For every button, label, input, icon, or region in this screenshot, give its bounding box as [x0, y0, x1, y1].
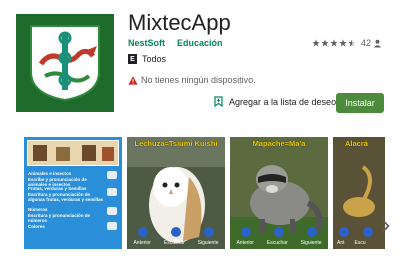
screenshot-1[interactable]: Animales e insectos Escribe y pronunciac… — [24, 137, 122, 249]
rating-count: 42 — [360, 38, 371, 48]
next-label: Siguiente — [197, 240, 219, 246]
menu-item-3: Frutas, verduras y Semillas — [28, 186, 87, 191]
rating: 42 — [312, 38, 382, 48]
nav-labels: Ant Escu — [333, 240, 385, 246]
nav-labels: Anterior Escuchar Siguiente — [127, 240, 225, 246]
install-button[interactable]: Instalar — [336, 93, 384, 113]
chevron-right-icon — [382, 220, 390, 232]
app-title: MixtecApp — [128, 10, 231, 35]
previous-button — [241, 227, 252, 237]
screenshot-3-title: Mapache=Ma'a — [252, 139, 306, 148]
app-logo — [30, 25, 100, 102]
star-icon — [321, 39, 329, 47]
listen-label: Escu — [354, 240, 366, 246]
menu-item-7: Colores — [28, 224, 45, 229]
content-rating: E Todos — [128, 54, 166, 64]
menu-item-4: Escritura y pronunciación de algunas fru… — [28, 192, 104, 202]
numbers-icon — [107, 207, 117, 215]
app-meta: NestSoft Educación — [128, 38, 223, 48]
screenshot-4[interactable]: Alacrá Ant Escu — [333, 137, 385, 249]
next-button — [306, 227, 317, 237]
screenshot-4-title: Alacrá — [345, 139, 368, 148]
listen-label: Escuchar — [163, 240, 185, 246]
next-button — [203, 227, 214, 237]
nav-buttons — [127, 227, 225, 237]
menu-item-5: Números — [28, 207, 48, 212]
header-illustration — [27, 140, 119, 166]
nav-labels: Anterior Escuchar Siguiente — [230, 240, 328, 246]
category-link[interactable]: Educación — [177, 38, 223, 48]
listen-button — [273, 227, 284, 237]
content-rating-label: Todos — [142, 54, 167, 64]
nav-buttons — [230, 227, 328, 237]
device-warning: No tienes ningún dispositivo. — [128, 75, 256, 85]
screenshot-3[interactable]: Mapache=Ma'a Anterior Escuchar Siguiente — [230, 137, 328, 249]
developer-link[interactable]: NestSoft — [128, 38, 165, 48]
app-icon — [16, 14, 114, 112]
menu-item-1: Animales e insectos — [28, 171, 72, 176]
previous-label: Ant — [337, 240, 345, 246]
star-icon — [339, 39, 347, 47]
esrb-badge-icon: E — [128, 54, 137, 64]
animal-icon — [107, 171, 117, 179]
screenshot-2[interactable]: Lechuza=Tsiumi Kuishi Anterior Escuchar … — [127, 137, 225, 249]
bookmark-add-icon — [214, 96, 223, 107]
wishlist-label: Agregar a la lista de deseos — [229, 96, 341, 107]
nav-buttons — [333, 227, 385, 237]
wishlist-button[interactable]: Agregar a la lista de deseos — [214, 96, 341, 107]
colors-icon — [107, 222, 117, 230]
warning-icon — [128, 75, 138, 85]
person-icon — [373, 39, 382, 48]
listen-button — [170, 227, 181, 237]
screenshot-carousel: Animales e insectos Escribe y pronunciac… — [24, 137, 385, 249]
listen-label: Escuchar — [266, 240, 288, 246]
menu-item-6: Escritura y pronunciación de números — [28, 213, 91, 223]
star-rating — [312, 39, 356, 47]
star-icon — [330, 39, 338, 47]
previous-label: Anterior — [133, 240, 151, 246]
half-star-icon — [348, 39, 356, 47]
next-label: Siguiente — [300, 240, 322, 246]
previous-button — [339, 227, 349, 237]
fruit-icon — [107, 188, 117, 196]
star-icon — [312, 39, 320, 47]
previous-label: Anterior — [236, 240, 254, 246]
previous-button — [138, 227, 149, 237]
listen-button — [363, 227, 373, 237]
screenshot-2-title: Lechuza=Tsiumi Kuishi — [134, 139, 218, 148]
carousel-next-button[interactable] — [382, 219, 390, 235]
device-warning-text: No tienes ningún dispositivo. — [141, 75, 256, 85]
